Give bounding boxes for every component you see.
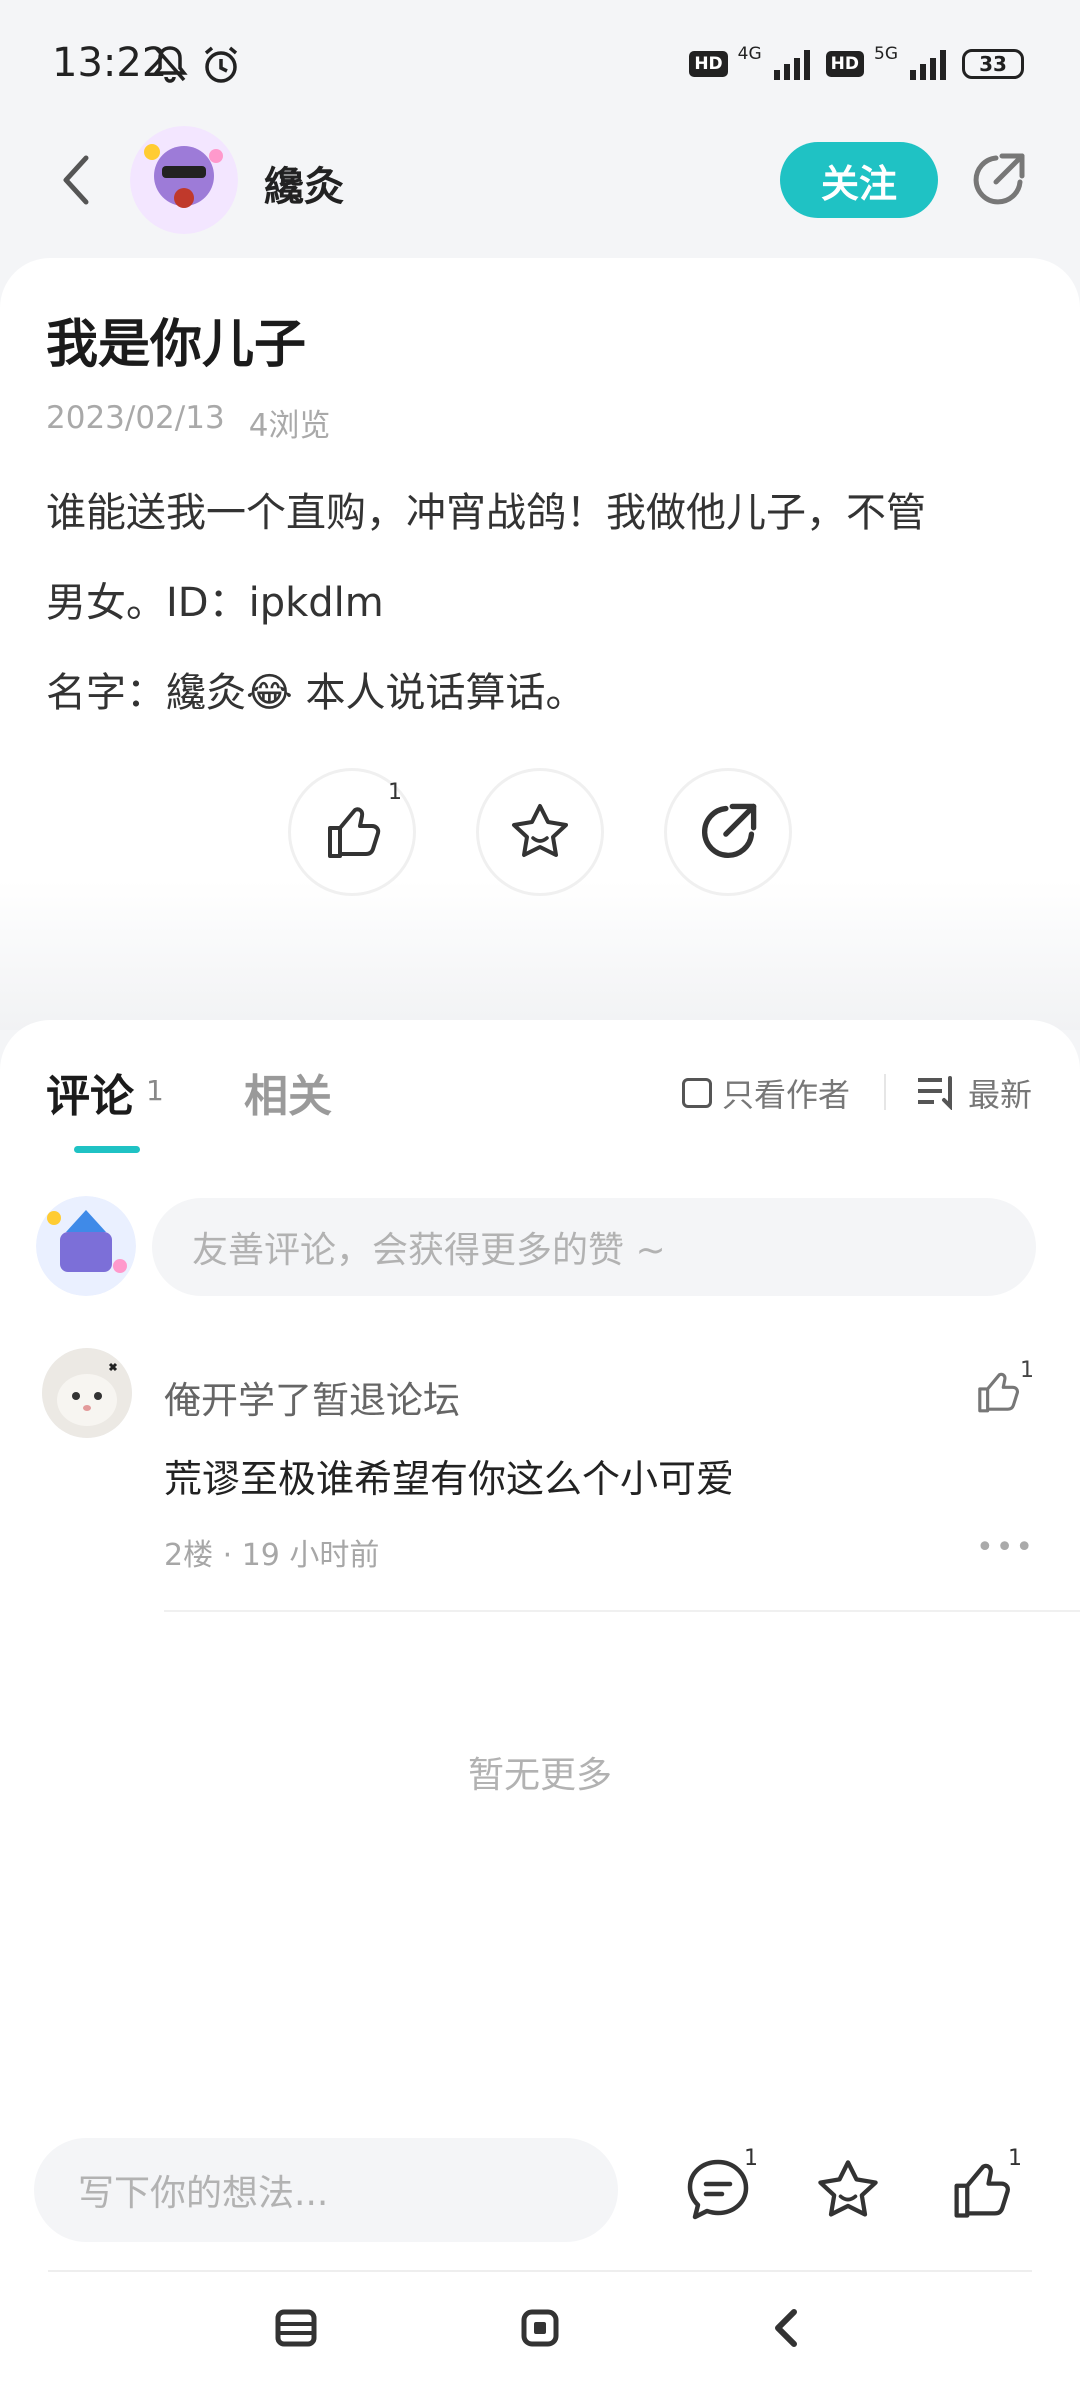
thumbs-up-icon [328,807,381,858]
alarm-icon [204,46,238,83]
post-body-line: 男女。ID：ipkdlm [46,580,384,626]
post-body: 谁能送我一个直购，冲宵战鸽！我做他儿子，不管 男女。ID：ipkdlm 名字：纔… [46,468,1046,738]
back-arrow-icon[interactable] [56,150,96,210]
network-type: 5G [874,44,898,64]
favorite-button[interactable] [476,768,604,896]
author-avatar[interactable] [130,126,238,234]
share-button[interactable] [664,768,792,896]
bell-muted-icon [152,46,188,83]
post-body-line: 谁能送我一个直购，冲宵战鸽！我做他儿子，不管 [46,490,926,536]
comment-meta: 2楼 · 19 小时前 [164,1538,380,1573]
post-date: 2023/02/13 [46,400,225,436]
comment-icon[interactable] [684,2156,752,2224]
thumbs-up-icon[interactable] [946,2156,1014,2224]
hd-badge: HD [689,51,728,77]
no-more-label: 暂无更多 [467,1755,612,1796]
star-icon [512,804,568,857]
bottom-like-count: 1 [1008,2146,1022,2171]
comments-panel [0,1020,1080,2110]
comment-text: 荒谬至极谁希望有你这么个小可爱 [164,1457,735,1501]
post-views: 4浏览 [248,408,331,444]
sort-button[interactable]: 最新 [916,1070,1032,1116]
active-tab-indicator [74,1146,140,1153]
home-nav-icon[interactable] [512,2300,568,2356]
tab-comments[interactable]: 评论 [46,1060,134,1124]
post-meta: 2023/02/13 4浏览 [46,400,330,445]
star-icon[interactable] [814,2156,882,2224]
divider [48,2270,1032,2272]
comment-input[interactable]: 友善评论，会获得更多的赞 ~ [152,1198,1036,1296]
checkbox[interactable] [682,1078,712,1108]
only-author-toggle[interactable]: 只看作者 [682,1070,850,1116]
post-title: 我是你儿子 [46,315,307,375]
commenter-name[interactable]: 俺开学了暂退论坛 [164,1370,460,1424]
menu-nav-icon[interactable] [268,2300,324,2356]
network-type: 4G [737,44,762,64]
bottom-comment-count: 1 [744,2146,758,2171]
signal-icon [773,50,810,80]
status-time: 13:22 [52,40,168,86]
follow-button[interactable]: 关注 [780,142,938,218]
sort-label: 最新 [968,1076,1033,1114]
post-body-line: 名字：纔灸😂 本人说话算话。 [46,670,586,716]
only-author-label: 只看作者 [722,1076,851,1114]
more-options-icon[interactable]: ••• [976,1530,1035,1565]
sort-icon [918,1076,952,1110]
signal-icon [910,50,946,80]
share-icon [701,803,757,859]
comment-like-count: 1 [1020,1358,1034,1383]
tab-related[interactable]: 相关 [244,1060,332,1124]
status-indicators: HD 4G HD 5G 33 [689,44,1024,84]
like-count: 1 [388,780,402,805]
hd-badge: HD [825,51,864,77]
section-fade [0,880,1080,1030]
divider [884,1074,886,1110]
commenter-avatar[interactable] [42,1348,132,1438]
reply-input[interactable]: 写下你的想法... [34,2138,618,2242]
comment-count: 1 [146,1074,164,1107]
back-nav-icon[interactable] [760,2300,816,2356]
my-avatar [36,1196,136,1296]
author-name[interactable]: 纔灸 [264,154,344,212]
share-icon[interactable] [968,150,1028,210]
comment-divider [164,1610,1080,1612]
battery-indicator: 33 [962,49,1024,79]
comment-like-icon[interactable] [972,1364,1022,1420]
laughing-emoji: 😂 [246,670,293,716]
